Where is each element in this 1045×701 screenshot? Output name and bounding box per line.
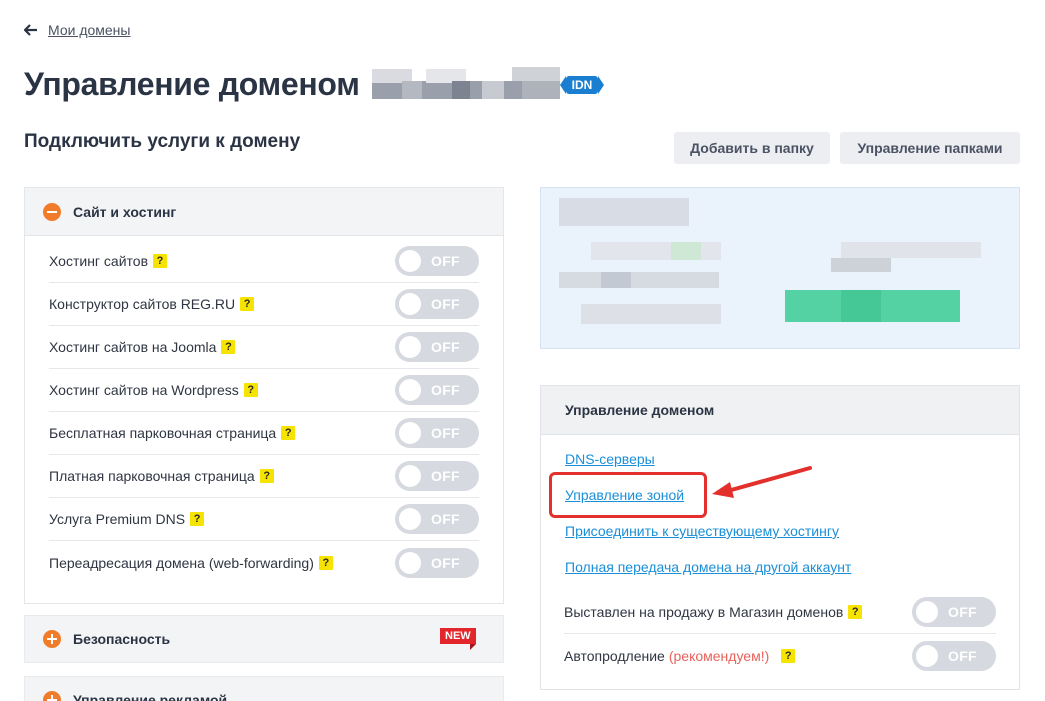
service-row: Хостинг сайтов? OFF xyxy=(49,240,479,283)
service-label: Переадресация домена (web-forwarding) xyxy=(49,554,314,571)
autorenew-recommend-note: (рекомендуем!) xyxy=(668,647,770,664)
new-badge: NEW xyxy=(440,628,476,650)
toggle-state: OFF xyxy=(948,603,977,620)
service-list: Хостинг сайтов? OFF Конструктор сайтов R… xyxy=(25,236,503,584)
service-row: Услуга Premium DNS? OFF xyxy=(49,498,479,541)
help-icon[interactable]: ? xyxy=(781,648,796,663)
transfer-domain-link[interactable]: Полная передача домена на другой аккаунт xyxy=(565,559,851,575)
help-icon[interactable]: ? xyxy=(318,555,333,570)
toggle-state: OFF xyxy=(948,647,977,664)
toggle-knob xyxy=(399,379,421,401)
arrow-left-icon xyxy=(24,24,37,36)
toggle-state: OFF xyxy=(431,296,460,312)
toggle-state: OFF xyxy=(431,468,460,484)
toggle-state: OFF xyxy=(431,554,460,571)
expand-icon xyxy=(43,630,61,648)
for-sale-toggle[interactable]: OFF xyxy=(912,596,996,627)
autorenew-toggle[interactable]: OFF xyxy=(912,640,996,671)
toggle-state: OFF xyxy=(431,382,460,398)
service-row: Бесплатная парковочная страница? OFF xyxy=(49,412,479,455)
page-title-row: Управление доменом IDN xyxy=(24,66,604,103)
service-label: Хостинг сайтов xyxy=(49,253,149,269)
toggle-knob xyxy=(399,336,421,358)
autorenew-label: Автопродление xyxy=(564,647,665,664)
toggle-knob xyxy=(399,293,421,315)
section-ads-header[interactable]: Управление рекламой xyxy=(24,676,504,701)
help-icon[interactable]: ? xyxy=(259,469,274,483)
service-toggle[interactable]: OFF xyxy=(395,461,479,491)
autorenew-row: Автопродление (рекомендуем!)? OFF xyxy=(564,634,996,677)
service-row: Конструктор сайтов REG.RU? OFF xyxy=(49,283,479,326)
manage-folders-button[interactable]: Управление папками xyxy=(840,132,1020,164)
blurred-domain-name xyxy=(371,66,560,103)
service-label: Услуга Premium DNS xyxy=(49,511,186,527)
help-icon[interactable]: ? xyxy=(240,297,255,311)
toggle-knob xyxy=(399,508,421,530)
service-label: Бесплатная парковочная страница xyxy=(49,425,277,441)
section-subtitle: Подключить услуги к домену xyxy=(24,131,301,152)
service-toggle[interactable]: OFF xyxy=(395,375,479,405)
collapse-icon xyxy=(43,202,61,221)
section-ads-title: Управление рекламой xyxy=(73,692,228,701)
toggle-knob xyxy=(916,600,938,623)
service-toggle[interactable]: OFF xyxy=(395,418,479,448)
service-label: Хостинг сайтов на Wordpress xyxy=(49,382,239,398)
service-row: Платная парковочная страница? OFF xyxy=(49,455,479,498)
service-toggle[interactable]: OFF xyxy=(395,332,479,362)
toggle-state: OFF xyxy=(431,339,460,355)
section-security-title: Безопасность xyxy=(73,631,171,647)
service-row: Хостинг сайтов на Wordpress? OFF xyxy=(49,369,479,412)
toggle-knob xyxy=(399,465,421,487)
toggle-state: OFF xyxy=(431,425,460,441)
service-toggle[interactable]: OFF xyxy=(395,547,479,578)
back-link-label[interactable]: Мои домены xyxy=(48,22,130,38)
toggle-state: OFF xyxy=(431,253,460,269)
service-label: Хостинг сайтов на Joomla xyxy=(49,339,217,355)
section-security-header[interactable]: Безопасность xyxy=(24,615,504,663)
attach-hosting-link[interactable]: Присоединить к существующему хостингу xyxy=(565,523,839,539)
service-toggle[interactable]: OFF xyxy=(395,246,479,276)
for-sale-label: Выставлен на продажу в Магазин доменов xyxy=(564,603,844,620)
service-row: Переадресация домена (web-forwarding)? O… xyxy=(49,541,479,584)
toggle-knob xyxy=(399,250,421,272)
dns-servers-link[interactable]: DNS-серверы xyxy=(565,451,655,467)
domain-management-title: Управление доменом xyxy=(541,386,1019,435)
toggle-knob xyxy=(399,551,421,574)
toggle-knob xyxy=(399,422,421,444)
idn-badge: IDN xyxy=(559,75,604,94)
service-toggle[interactable]: OFF xyxy=(395,504,479,534)
service-label: Платная парковочная страница xyxy=(49,468,255,484)
toggle-knob xyxy=(916,644,938,667)
expand-icon xyxy=(43,691,61,701)
section-site-hosting-header[interactable]: Сайт и хостинг xyxy=(25,188,503,236)
help-icon[interactable]: ? xyxy=(281,426,296,440)
highlight-box xyxy=(549,472,707,518)
page-title: Управление доменом xyxy=(24,66,360,102)
back-link[interactable]: Мои домены xyxy=(24,22,130,38)
service-toggle[interactable]: OFF xyxy=(395,289,479,319)
service-row: Хостинг сайтов на Joomla? OFF xyxy=(49,326,479,369)
services-panel: Сайт и хостинг Хостинг сайтов? OFF Конст… xyxy=(24,187,504,604)
help-icon[interactable]: ? xyxy=(190,512,205,526)
help-icon[interactable]: ? xyxy=(243,383,258,397)
section-site-hosting-title: Сайт и хостинг xyxy=(73,203,177,220)
for-sale-row: Выставлен на продажу в Магазин доменов? … xyxy=(564,590,996,633)
help-icon[interactable]: ? xyxy=(848,604,863,619)
service-label: Конструктор сайтов REG.RU xyxy=(49,296,236,312)
add-to-folder-button[interactable]: Добавить в папку xyxy=(674,132,830,164)
help-icon[interactable]: ? xyxy=(221,340,236,354)
toggle-state: OFF xyxy=(431,511,460,527)
domain-info-blurred xyxy=(540,187,1020,349)
pointer-arrow-icon xyxy=(712,466,812,498)
help-icon[interactable]: ? xyxy=(153,254,168,268)
